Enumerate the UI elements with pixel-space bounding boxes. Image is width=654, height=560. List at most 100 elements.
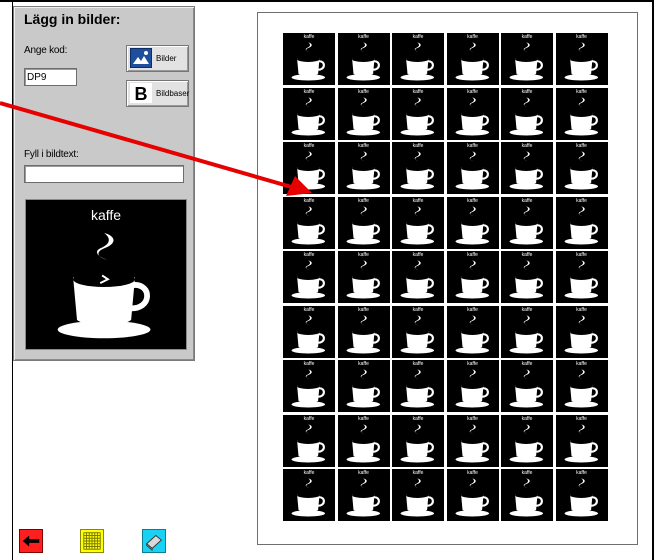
cell-caption: kaffe [303, 34, 315, 40]
left-arrow-icon [22, 535, 40, 547]
grid-cell[interactable]: kaffe [555, 469, 608, 521]
grid-cell[interactable]: kaffe [446, 33, 499, 85]
grid-cell[interactable]: kaffe [392, 469, 444, 521]
coffee-cup-icon [291, 96, 326, 136]
coffee-cup-icon [400, 478, 435, 517]
grid-cell[interactable]: kaffe [392, 196, 444, 249]
coffee-cup-icon [564, 369, 598, 408]
cell-caption: kaffe [521, 88, 533, 95]
grid-cell[interactable]: kaffe [283, 305, 335, 358]
grid-cell[interactable]: kaffe [337, 87, 390, 140]
grid-cell[interactable]: kaffe [283, 360, 335, 412]
code-label: Ange kod: [24, 45, 68, 56]
coffee-cup-icon [57, 232, 151, 339]
grid-cell[interactable]: kaffe [555, 196, 608, 249]
grid-cell[interactable]: kaffe [446, 251, 499, 303]
grid-cell[interactable]: kaffe [392, 142, 444, 194]
grid-cell[interactable]: kaffe [555, 33, 608, 85]
caption-label: Fyll i bildtext: [24, 149, 79, 160]
cell-caption: kaffe [412, 197, 424, 204]
cell-caption: kaffe [467, 361, 478, 367]
cell-caption: kaffe [467, 143, 478, 149]
images-button[interactable]: Bilder [126, 45, 189, 72]
grid-cell[interactable]: kaffe [283, 142, 335, 194]
coffee-cup-icon [509, 369, 544, 408]
cell-caption: kaffe [521, 252, 533, 258]
coffee-cup-icon [346, 260, 380, 299]
cell-caption: kaffe [358, 470, 369, 476]
code-input[interactable]: DP9 [24, 68, 77, 86]
grid-cell[interactable]: kaffe [555, 142, 608, 194]
grid-cell[interactable]: kaffe [446, 414, 499, 467]
grid-cell[interactable]: kaffe [392, 360, 444, 412]
coffee-cup-icon [346, 151, 380, 190]
cell-caption: kaffe [576, 470, 587, 476]
coffee-cup-icon [455, 96, 489, 136]
grid-cell[interactable]: kaffe [555, 414, 608, 467]
cell-caption: kaffe [358, 88, 369, 95]
grid-cell[interactable]: kaffe [392, 414, 444, 467]
grid-cell[interactable]: kaffe [501, 142, 553, 194]
image-bases-button-label: Bildbaser [156, 89, 190, 98]
grid-cell[interactable]: kaffe [501, 414, 553, 467]
grid-cell[interactable]: kaffe [337, 360, 390, 412]
grid-cell[interactable]: kaffe [392, 87, 444, 140]
grid-cell[interactable]: kaffe [392, 251, 444, 303]
cell-caption: kaffe [576, 34, 587, 40]
cell-caption: kaffe [303, 361, 315, 367]
coffee-cup-icon [564, 151, 598, 190]
grid-cell[interactable]: kaffe [555, 305, 608, 358]
grid-cell[interactable]: kaffe [337, 196, 390, 249]
grid-cell[interactable]: kaffe [501, 33, 553, 85]
grid-cell[interactable]: kaffe [337, 33, 390, 85]
image-bases-button[interactable]: B Bildbaser [126, 80, 189, 107]
cell-caption: kaffe [303, 143, 315, 149]
cell-caption: kaffe [303, 88, 315, 95]
cell-caption: kaffe [358, 361, 369, 367]
grid-cell[interactable]: kaffe [337, 469, 390, 521]
grid-cell[interactable]: kaffe [446, 305, 499, 358]
grid-cell[interactable]: kaffe [283, 469, 335, 521]
grid-cell[interactable]: kaffe [283, 196, 335, 249]
grid-cell[interactable]: kaffe [446, 360, 499, 412]
cell-caption: kaffe [576, 143, 587, 149]
coffee-cup-icon [509, 96, 544, 136]
coffee-cup-icon [400, 423, 435, 463]
grid-cell[interactable]: kaffe [555, 87, 608, 140]
grid-cell[interactable]: kaffe [501, 196, 553, 249]
grid-cell[interactable]: kaffe [392, 305, 444, 358]
cell-caption: kaffe [576, 88, 587, 95]
grid-cell[interactable]: kaffe [283, 33, 335, 85]
grid-cell[interactable]: kaffe [337, 305, 390, 358]
cell-caption: kaffe [303, 197, 315, 204]
grid-cell[interactable]: kaffe [446, 142, 499, 194]
grid-cell[interactable]: kaffe [555, 251, 608, 303]
grid-cell[interactable]: kaffe [392, 33, 444, 85]
grid-cell[interactable]: kaffe [283, 414, 335, 467]
coffee-cup-icon [400, 205, 435, 245]
grid-cell[interactable]: kaffe [337, 251, 390, 303]
grid-cell[interactable]: kaffe [501, 305, 553, 358]
grid-cell[interactable]: kaffe [555, 360, 608, 412]
grid-cell[interactable]: kaffe [337, 142, 390, 194]
grid-cell[interactable]: kaffe [501, 251, 553, 303]
grid-cell[interactable]: kaffe [501, 360, 553, 412]
grid-cell[interactable]: kaffe [446, 469, 499, 521]
grid-cell[interactable]: kaffe [501, 469, 553, 521]
grid-cell[interactable]: kaffe [501, 87, 553, 140]
cell-caption: kaffe [467, 252, 478, 258]
cell-caption: kaffe [467, 88, 478, 95]
grid-cell[interactable]: kaffe [337, 414, 390, 467]
back-button[interactable] [19, 529, 43, 553]
caption-input[interactable] [24, 165, 184, 183]
grid-layout-button[interactable] [80, 529, 104, 553]
grid-cell[interactable]: kaffe [283, 87, 335, 140]
grid-cell[interactable]: kaffe [446, 196, 499, 249]
grid-cell[interactable]: kaffe [283, 251, 335, 303]
cell-caption: kaffe [412, 34, 424, 40]
print-button[interactable] [142, 529, 166, 553]
cell-caption: kaffe [358, 306, 369, 313]
grid-cell[interactable]: kaffe [446, 87, 499, 140]
coffee-cup-icon [564, 96, 598, 136]
coffee-cup-icon [455, 260, 489, 299]
